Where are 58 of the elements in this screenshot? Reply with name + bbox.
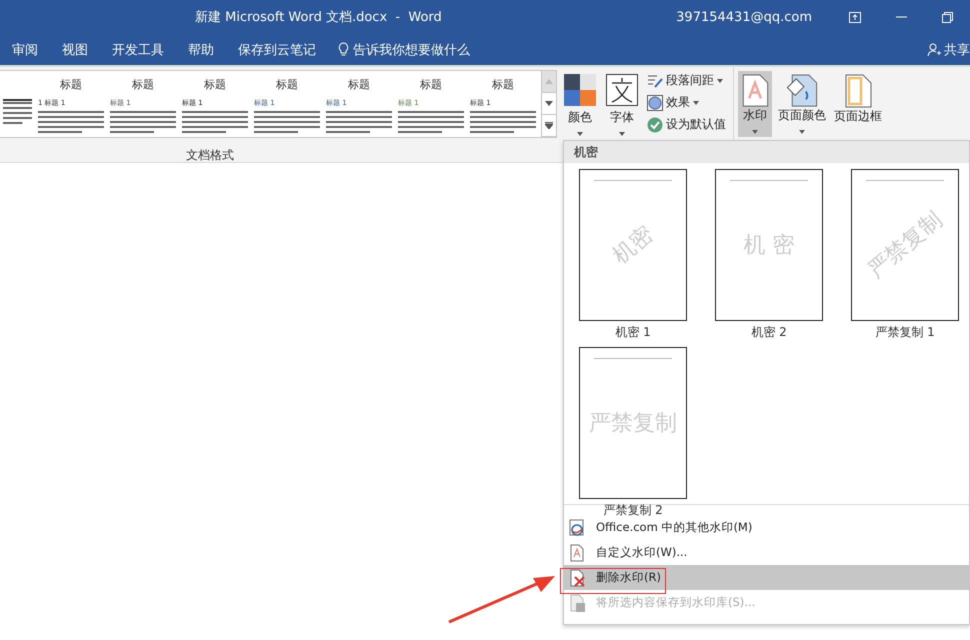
page-borders-icon xyxy=(843,74,873,108)
scroll-down-icon[interactable] xyxy=(545,101,553,106)
style-title-text: 标题 xyxy=(419,77,443,92)
style-title-text: 标题 xyxy=(275,77,299,92)
ribbon-button[interactable]: 段落间距 xyxy=(647,72,726,89)
body-text-lines-drawing xyxy=(470,110,536,135)
share-button[interactable]: 共享 xyxy=(944,40,970,58)
effects-circle-icon xyxy=(647,94,663,110)
dropdown-caret-icon xyxy=(619,132,625,136)
group-label: 文档格式 xyxy=(185,147,235,164)
body-text-lines-drawing xyxy=(3,101,32,126)
watermark-label: 机密 1 xyxy=(615,324,651,341)
remove-watermark-icon xyxy=(568,568,586,586)
paragraph-spacing-icon xyxy=(647,74,663,88)
window-title: 新建 Microsoft Word 文档.docx - Word xyxy=(195,9,442,26)
ribbon-tab[interactable]: 审阅 xyxy=(0,34,50,65)
watermark-label: 严禁复制 1 xyxy=(875,324,935,341)
minimize-icon[interactable] xyxy=(896,16,906,18)
ribbon-display-icon[interactable] xyxy=(849,12,861,22)
body-text-lines-drawing xyxy=(398,110,464,135)
more-styles-icon[interactable] xyxy=(545,122,553,129)
ribbon-button[interactable]: 页面边框 xyxy=(832,71,884,137)
ribbon-button[interactable]: 页面颜色 xyxy=(776,71,828,137)
watermark-label: 机密 2 xyxy=(751,324,787,341)
ribbon-tab[interactable]: 保存到云笔记 xyxy=(226,34,328,65)
color-swatch-icon xyxy=(564,74,596,106)
body-text-lines-drawing xyxy=(326,110,392,135)
style-title-text: 标题 xyxy=(131,77,155,92)
body-text-lines-drawing xyxy=(254,110,320,135)
ribbon-tab[interactable]: 帮助 xyxy=(176,34,226,65)
account-name[interactable]: 397154431@qq.com xyxy=(676,10,812,24)
person-add-icon xyxy=(927,42,941,56)
section-header: 机密 xyxy=(564,141,969,163)
font-character-icon xyxy=(606,74,638,106)
body-text-lines-drawing xyxy=(182,110,248,135)
lightbulb-icon xyxy=(338,42,349,57)
style-title-text: 标题 xyxy=(203,77,227,92)
page-color-icon xyxy=(786,74,818,108)
watermark-icon xyxy=(740,74,770,108)
save-page-icon xyxy=(568,594,586,612)
style-title-text: 标题 xyxy=(347,77,371,92)
tell-me-search[interactable]: 告诉我你想要做什么 xyxy=(353,40,470,58)
menu-item[interactable]: 自定义水印(W)... xyxy=(564,540,969,565)
style-title-text: 标题 xyxy=(59,77,83,92)
checkmark-icon xyxy=(647,116,663,132)
dropdown-caret-icon xyxy=(577,132,583,136)
body-text-lines-drawing xyxy=(38,110,104,135)
body-text-lines-drawing xyxy=(110,110,176,135)
ribbon-button[interactable]: 水印 xyxy=(738,71,772,137)
menu-item[interactable]: 删除水印(R) xyxy=(564,565,969,590)
ribbon-button[interactable]: 效果 xyxy=(647,94,726,111)
ribbon-button[interactable]: 设为默认值 xyxy=(647,116,726,133)
ribbon-tab[interactable]: 视图 xyxy=(50,34,100,65)
watermark-page-icon xyxy=(568,544,586,562)
globe-page-icon xyxy=(568,518,586,536)
ribbon-tab[interactable]: 开发工具 xyxy=(100,34,176,65)
style-title-text: 标题 xyxy=(491,77,515,92)
restore-icon[interactable] xyxy=(942,12,952,22)
